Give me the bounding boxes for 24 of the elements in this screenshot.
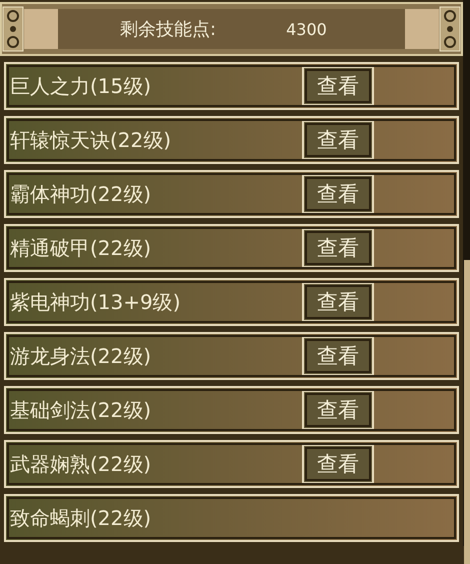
skill-name: 巨人之力(15级) (9, 72, 152, 100)
view-button[interactable]: 查看 (302, 444, 374, 484)
header-plate (405, 9, 439, 49)
skill-name: 轩辕惊天诀(22级) (9, 126, 172, 154)
view-button[interactable]: 查看 (302, 120, 374, 160)
view-button[interactable]: 查看 (302, 66, 374, 106)
skill-points-label: 剩余技能点: (120, 18, 216, 41)
skill-name: 游龙身法(22级) (9, 342, 152, 370)
ornament-icon (439, 6, 461, 52)
skill-name: 基础剑法(22级) (9, 396, 152, 424)
skill-name: 紫电神功(13+9级) (9, 288, 182, 316)
view-button[interactable]: 查看 (302, 336, 374, 376)
view-button[interactable]: 查看 (302, 174, 374, 214)
skill-name: 精通破甲(22级) (9, 234, 152, 262)
header-plate (24, 9, 58, 49)
skill-name: 武器娴熟(22级) (9, 450, 152, 478)
ornament-icon (2, 6, 24, 52)
skill-points-value: 4300 (286, 20, 327, 38)
skill-name: 霸体神功(22级) (9, 180, 152, 208)
view-button[interactable]: 查看 (302, 390, 374, 430)
view-button[interactable]: 查看 (302, 228, 374, 268)
view-button[interactable]: 查看 (302, 282, 374, 322)
scrollbar-thumb[interactable] (464, 260, 470, 564)
skill-name: 致命蝎刺(22级) (9, 504, 152, 532)
